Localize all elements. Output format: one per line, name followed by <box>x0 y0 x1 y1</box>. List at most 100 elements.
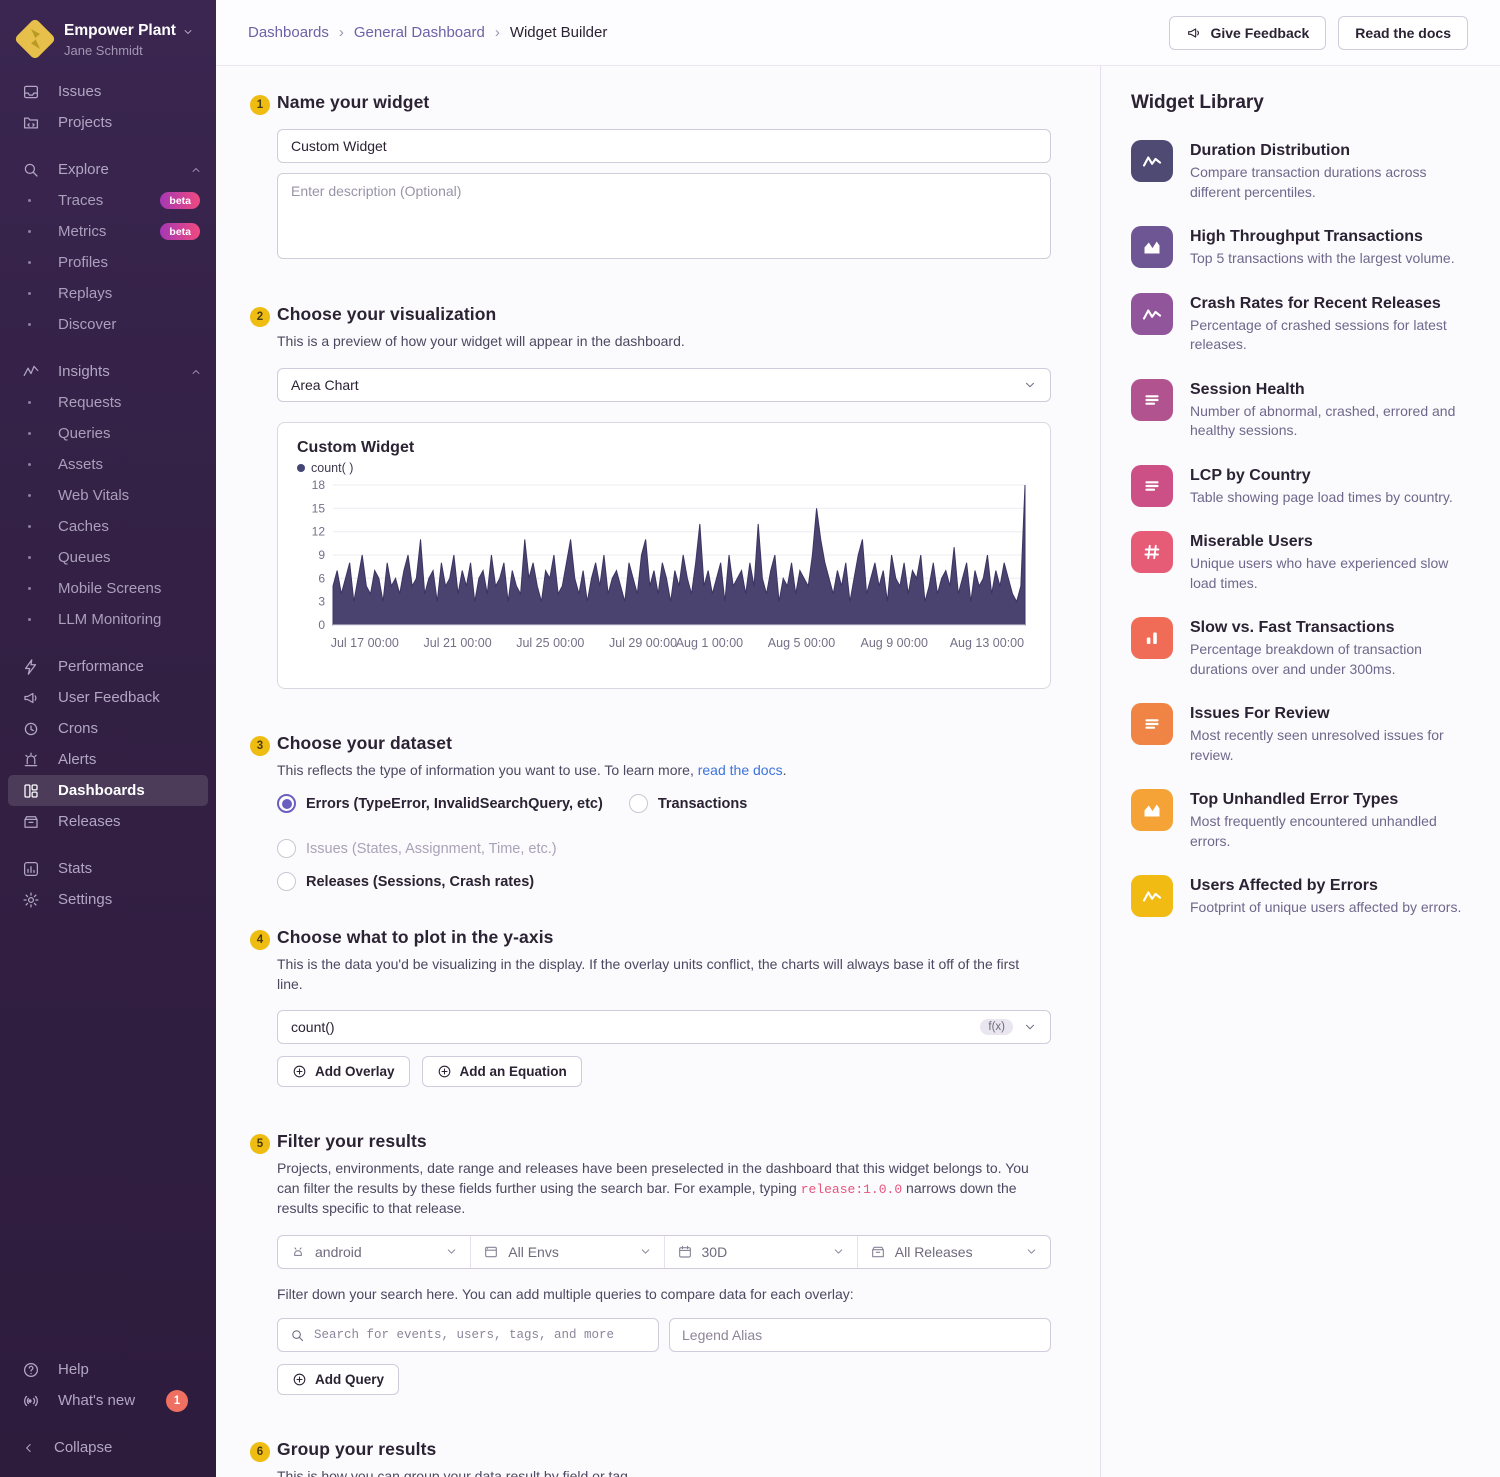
step-number: 4 <box>250 930 270 950</box>
radio-selected[interactable] <box>277 794 296 813</box>
radio-unselected[interactable] <box>277 872 296 891</box>
sidebar-section-label: Explore <box>58 161 109 178</box>
widget-library-item[interactable]: Slow vs. Fast Transactions Percentage br… <box>1131 617 1470 679</box>
sidebar-item-label: Metrics <box>58 223 106 240</box>
sidebar-item-replays[interactable]: Replays <box>0 278 216 309</box>
query-search-input[interactable] <box>314 1328 646 1342</box>
step-title: Group your results <box>277 1439 1051 1462</box>
visualization-select[interactable]: Area Chart <box>277 368 1051 402</box>
sidebar-item-queues[interactable]: Queues <box>0 542 216 573</box>
sidebar-item-profiles[interactable]: Profiles <box>0 247 216 278</box>
wl-list-icon <box>1131 465 1173 507</box>
sidebar-item-releases[interactable]: Releases <box>0 806 216 837</box>
dataset-option[interactable]: Transactions <box>629 794 747 813</box>
sidebar-item-projects[interactable]: Projects <box>0 107 216 138</box>
give-feedback-button[interactable]: Give Feedback <box>1169 16 1326 50</box>
sidebar-collapse-button[interactable]: Collapse <box>0 1432 216 1463</box>
sidebar-item-label: Alerts <box>58 751 96 768</box>
legend-dot <box>297 464 305 472</box>
sidebar-section-insights[interactable]: Insights <box>0 356 216 387</box>
read-docs-button[interactable]: Read the docs <box>1338 16 1468 50</box>
breadcrumb-widget-builder: Widget Builder <box>510 24 608 41</box>
step-title: Choose your visualization <box>277 304 1051 327</box>
widget-library-item-title: Issues For Review <box>1190 703 1470 724</box>
breadcrumb-general-dashboard[interactable]: General Dashboard <box>354 24 485 41</box>
filter-android[interactable]: android <box>278 1236 470 1268</box>
dataset-option: Issues (States, Assignment, Time, etc.) <box>277 839 557 858</box>
sidebar-item-metrics[interactable]: Metrics beta <box>0 216 216 247</box>
wl-list-icon <box>1131 379 1173 421</box>
sidebar-item-discover[interactable]: Discover <box>0 309 216 340</box>
add-query-button[interactable]: Add Query <box>277 1364 399 1395</box>
sidebar-item-stats[interactable]: Stats <box>0 853 216 884</box>
widget-library-item[interactable]: High Throughput Transactions Top 5 trans… <box>1131 226 1470 269</box>
add-equation-button[interactable]: Add an Equation <box>422 1056 582 1087</box>
filter-all-envs[interactable]: All Envs <box>470 1236 663 1268</box>
read-docs-link[interactable]: read the docs <box>698 762 783 778</box>
legend-alias-input[interactable] <box>682 1327 1038 1343</box>
svg-text:Aug 5 00:00: Aug 5 00:00 <box>768 636 835 650</box>
lightning-icon <box>22 658 40 676</box>
bullet-dot <box>28 618 31 621</box>
widget-library-item[interactable]: Issues For Review Most recently seen unr… <box>1131 703 1470 765</box>
wl-bars-icon <box>1131 617 1173 659</box>
sidebar-item-label: Queues <box>58 549 111 566</box>
widget-library-item[interactable]: Duration Distribution Compare transactio… <box>1131 140 1470 202</box>
sidebar-item-whats-new[interactable]: What's new 1 <box>0 1385 216 1416</box>
sidebar-item-label: Queries <box>58 425 111 442</box>
step-title: Choose what to plot in the y-axis <box>277 927 1051 950</box>
filter-30d[interactable]: 30D <box>664 1236 857 1268</box>
yaxis-function-select[interactable]: count() f(x) <box>277 1010 1051 1044</box>
sidebar-item-label: Performance <box>58 658 144 675</box>
sidebar-item-label: Replays <box>58 285 112 302</box>
widget-library-item[interactable]: Top Unhandled Error Types Most frequentl… <box>1131 789 1470 851</box>
widget-name-input[interactable] <box>277 129 1051 163</box>
siren-icon <box>22 751 40 769</box>
widget-library-item[interactable]: LCP by Country Table showing page load t… <box>1131 465 1470 508</box>
widget-library-item[interactable]: Session Health Number of abnormal, crash… <box>1131 379 1470 441</box>
filter-all-releases[interactable]: All Releases <box>857 1236 1050 1268</box>
sidebar-item-caches[interactable]: Caches <box>0 511 216 542</box>
sidebar-item-help[interactable]: Help <box>0 1354 216 1385</box>
dataset-option[interactable]: Errors (TypeError, InvalidSearchQuery, e… <box>277 794 603 813</box>
chart-legend[interactable]: count( ) <box>297 461 1031 475</box>
sidebar-item-queries[interactable]: Queries <box>0 418 216 449</box>
dataset-option-label: Releases (Sessions, Crash rates) <box>306 874 534 890</box>
sidebar-item-issues[interactable]: Issues <box>0 76 216 107</box>
widget-library-item[interactable]: Miserable Users Unique users who have ex… <box>1131 531 1470 593</box>
sidebar-item-settings[interactable]: Settings <box>0 884 216 915</box>
sidebar-item-crons[interactable]: Crons <box>0 713 216 744</box>
wl-line-icon <box>1131 293 1173 335</box>
sidebar-item-performance[interactable]: Performance <box>0 651 216 682</box>
sidebar-item-assets[interactable]: Assets <box>0 449 216 480</box>
main-area: Dashboards›General Dashboard›Widget Buil… <box>216 0 1500 1477</box>
widget-library-item[interactable]: Users Affected by Errors Footprint of un… <box>1131 875 1470 918</box>
add-overlay-button[interactable]: Add Overlay <box>277 1056 410 1087</box>
sidebar-section-label: Insights <box>58 363 110 380</box>
svg-text:Jul 25 00:00: Jul 25 00:00 <box>516 636 584 650</box>
sidebar-item-llm-monitoring[interactable]: LLM Monitoring <box>0 604 216 635</box>
sidebar-item-traces[interactable]: Traces beta <box>0 185 216 216</box>
sidebar-item-mobile-screens[interactable]: Mobile Screens <box>0 573 216 604</box>
legend-alias-box <box>669 1318 1051 1352</box>
chevron-up-icon <box>190 366 202 378</box>
breadcrumb-dashboards[interactable]: Dashboards <box>248 24 329 41</box>
sidebar-item-web-vitals[interactable]: Web Vitals <box>0 480 216 511</box>
search-note: Filter down your search here. You can ad… <box>277 1285 1051 1305</box>
dataset-option[interactable]: Releases (Sessions, Crash rates) <box>277 872 534 891</box>
sidebar-item-user-feedback[interactable]: User Feedback <box>0 682 216 713</box>
sidebar-item-dashboards[interactable]: Dashboards <box>8 775 208 806</box>
android-icon <box>290 1244 306 1260</box>
bullet-dot <box>28 292 31 295</box>
org-switcher[interactable]: Empower Plant Jane Schmidt <box>0 0 216 76</box>
widget-description-input[interactable] <box>277 173 1051 259</box>
sidebar-item-requests[interactable]: Requests <box>0 387 216 418</box>
chart-preview-panel: Custom Widget count( ) 0369121518Jul 17 … <box>277 422 1051 689</box>
widget-library-item[interactable]: Crash Rates for Recent Releases Percenta… <box>1131 293 1470 355</box>
radio-unselected[interactable] <box>629 794 648 813</box>
chevron-down-icon <box>182 25 194 37</box>
sidebar-section-explore[interactable]: Explore <box>0 154 216 185</box>
grid-icon <box>22 782 40 800</box>
sidebar-item-alerts[interactable]: Alerts <box>0 744 216 775</box>
widget-library-item-desc: Percentage of crashed sessions for lates… <box>1190 316 1470 355</box>
